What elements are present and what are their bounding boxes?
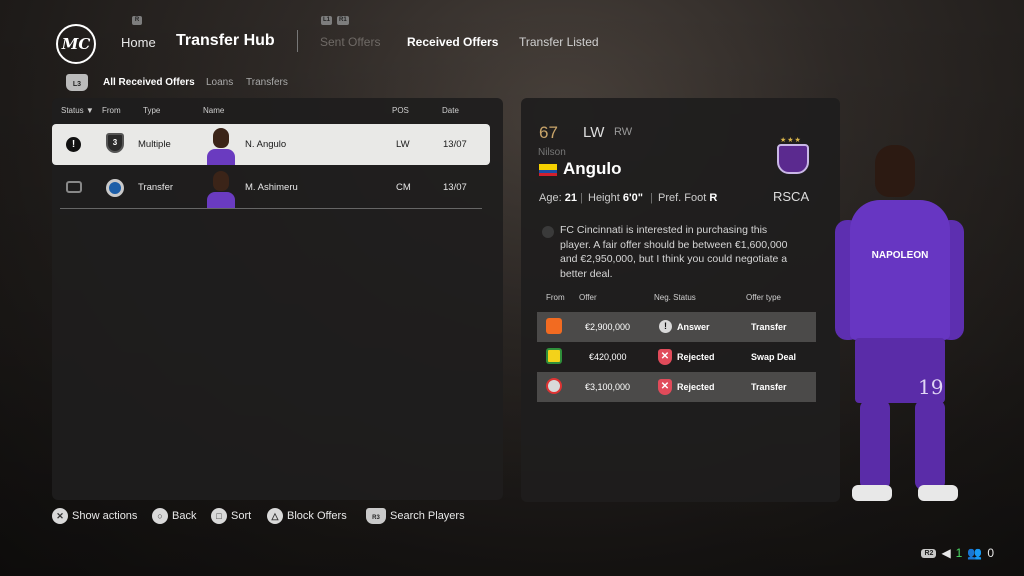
row-date: 13/07 xyxy=(443,182,467,193)
action-label: Search Players xyxy=(390,510,465,522)
shirt-number: 19 xyxy=(918,375,944,399)
scout-message-icon xyxy=(542,226,554,238)
club-badge: 3 xyxy=(106,133,124,153)
col-from[interactable]: From xyxy=(102,106,121,115)
club-crest-icon xyxy=(777,144,809,174)
info-separator: | xyxy=(650,192,653,204)
offer-status: Rejected xyxy=(677,382,715,392)
tab-sent-offers[interactable]: Sent Offers xyxy=(320,35,380,49)
sort-button[interactable]: □ Sort xyxy=(211,508,251,524)
offer-row[interactable]: €2,900,000 ! Answer Transfer xyxy=(537,312,816,342)
users-icon: 👥 xyxy=(967,546,983,560)
square-button-icon: □ xyxy=(211,508,227,524)
block-offers-button[interactable]: △ Block Offers xyxy=(267,508,347,524)
offers-col-status: Neg. Status xyxy=(654,293,696,302)
nav-home[interactable]: Home xyxy=(121,35,156,50)
triangle-button-icon: △ xyxy=(267,508,283,524)
shirt-sponsor: NAPOLEON xyxy=(871,250,929,261)
scout-message: FC Cincinnati is interested in purchasin… xyxy=(560,224,788,280)
action-label: Block Offers xyxy=(287,510,347,522)
col-pos[interactable]: POS xyxy=(392,106,409,115)
row-pos: LW xyxy=(396,139,410,150)
club-crest-icon xyxy=(546,378,562,394)
subtab-loans[interactable]: Loans xyxy=(206,77,233,88)
player-first-name: Nilson xyxy=(538,147,566,158)
row-type: Multiple xyxy=(138,139,171,150)
row-type: Transfer xyxy=(138,182,174,193)
offer-type: Swap Deal xyxy=(751,352,797,362)
player-avatar xyxy=(206,125,236,165)
player-avatar xyxy=(206,168,236,208)
offer-amount: €3,100,000 xyxy=(585,382,631,392)
action-label: Show actions xyxy=(72,510,138,522)
ecuador-flag-icon xyxy=(539,164,557,176)
rejected-icon: ✕ xyxy=(658,379,672,395)
offer-status: Rejected xyxy=(677,352,715,362)
page-title: Transfer Hub xyxy=(176,32,275,49)
player-alt-position: RW xyxy=(614,126,633,138)
player-rating: 67 xyxy=(539,123,558,142)
player-foot: Pref. Foot R xyxy=(658,192,718,204)
offers-col-type: Offer type xyxy=(746,293,781,302)
offer-row[interactable]: €420,000 ✕ Rejected Swap Deal xyxy=(537,342,816,372)
player-age: Age: 21 xyxy=(539,192,577,204)
notification-count: 1 xyxy=(955,546,963,560)
offer-status: Answer xyxy=(677,322,710,332)
tv-icon xyxy=(66,181,82,193)
offers-col-from: From xyxy=(546,293,565,302)
player-height: Height 6'0" xyxy=(588,192,643,204)
tab-received-offers[interactable]: Received Offers xyxy=(407,35,498,49)
online-count: 0 xyxy=(987,546,994,560)
club-brugge-crest-icon xyxy=(106,179,124,197)
col-name[interactable]: Name xyxy=(203,106,224,115)
l3-hint-icon: L3 xyxy=(66,74,88,91)
show-actions-button[interactable]: ✕ Show actions xyxy=(52,508,137,524)
row-date: 13/07 xyxy=(443,139,467,150)
fc-cincinnati-crest-icon xyxy=(546,318,562,334)
club-crest-icon xyxy=(546,348,562,364)
cross-button-icon: ✕ xyxy=(52,508,68,524)
row-name: N. Angulo xyxy=(245,139,287,150)
home-hint-icon: R xyxy=(132,16,142,25)
offers-col-offer: Offer xyxy=(579,293,597,302)
circle-button-icon: ○ xyxy=(152,508,168,524)
game-logo: MC xyxy=(56,24,96,64)
divider xyxy=(60,208,482,209)
club-name: RSCA xyxy=(773,189,810,204)
offer-type: Transfer xyxy=(751,382,787,392)
l1-hint-icon: L1 xyxy=(321,16,333,25)
col-date[interactable]: Date xyxy=(442,106,459,115)
nav-divider xyxy=(297,30,298,52)
info-separator: | xyxy=(580,192,583,204)
offer-row[interactable]: €3,100,000 ✕ Rejected Transfer xyxy=(537,372,816,402)
col-type[interactable]: Type xyxy=(143,106,160,115)
rejected-icon: ✕ xyxy=(658,349,672,365)
row-name: M. Ashimeru xyxy=(245,182,298,193)
player-surname: Angulo xyxy=(563,159,622,178)
offer-amount: €2,900,000 xyxy=(585,322,631,332)
col-status[interactable]: Status ▼ xyxy=(61,106,94,115)
search-players-button[interactable]: R3 Search Players xyxy=(366,508,465,524)
player-figure: NAPOLEON 19 xyxy=(830,140,970,520)
stars-icon: ★★★ xyxy=(780,137,802,144)
r2-hint-icon: R2 xyxy=(921,548,937,558)
action-label: Sort xyxy=(231,510,252,522)
offer-amount: €420,000 xyxy=(589,352,627,362)
r1-hint-icon: R1 xyxy=(337,16,349,25)
subtab-transfers[interactable]: Transfers xyxy=(246,77,288,88)
answer-icon: ! xyxy=(659,320,672,333)
r3-button-icon: R3 xyxy=(366,508,386,524)
tab-transfer-listed[interactable]: Transfer Listed xyxy=(519,35,599,49)
row-pos: CM xyxy=(396,182,411,193)
action-label: Back xyxy=(172,510,197,522)
status-indicators: R2 ◀ 1 👥 0 xyxy=(921,546,994,560)
exclamation-icon: ! xyxy=(66,137,81,152)
back-button[interactable]: ○ Back xyxy=(152,508,196,524)
subtab-all-received[interactable]: All Received Offers xyxy=(103,77,195,88)
speaker-icon: ◀ xyxy=(941,546,951,560)
player-position: LW xyxy=(583,124,605,141)
offer-type: Transfer xyxy=(751,322,787,332)
